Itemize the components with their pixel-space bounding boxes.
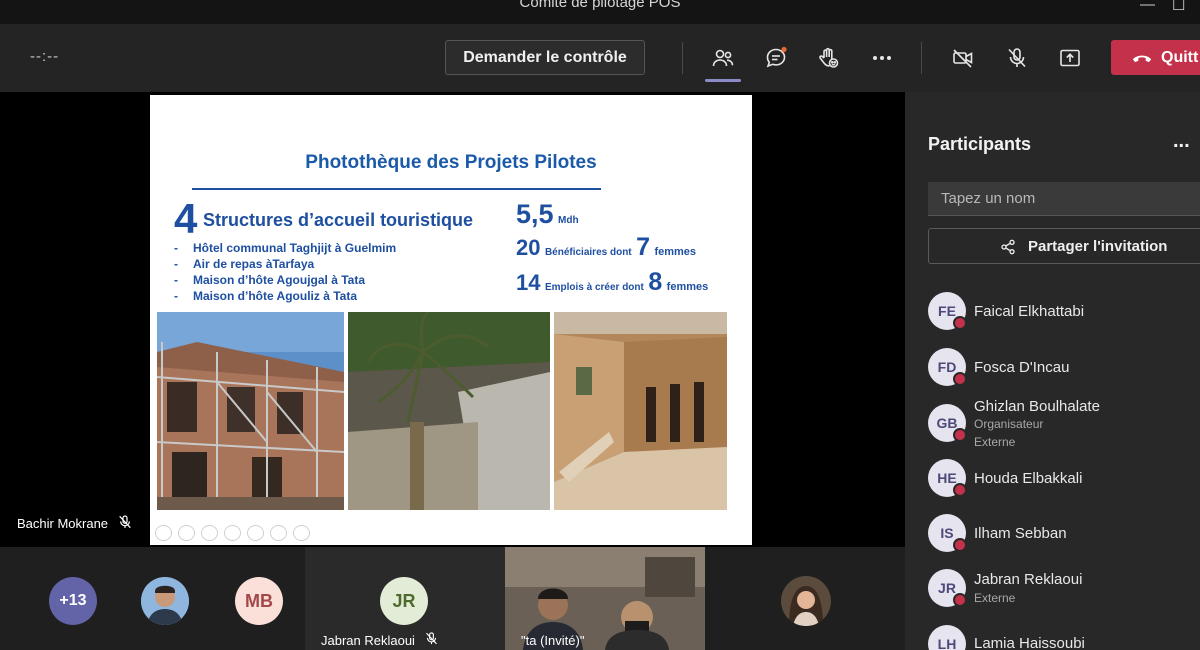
mic-off-icon: [119, 515, 131, 529]
status-badge: [953, 428, 967, 442]
mic-off-icon: [426, 632, 437, 645]
photo-hotel-construction: [157, 312, 344, 510]
title-bar: Comité de pilotage POS — ☐: [0, 0, 1200, 24]
status-badge: [953, 316, 967, 330]
participant-video-tile[interactable]: "ta (Invité)": [505, 547, 705, 650]
presentation-slide: Photothèque des Projets Pilotes 4 Struct…: [150, 95, 752, 545]
status-badge: [953, 538, 967, 552]
meeting-timer: --:--: [30, 48, 60, 65]
structures-list: - Hôtel communal Taghjijt à Guelmim - Air …: [174, 241, 396, 305]
shared-content-stage: Photothèque des Projets Pilotes 4 Struct…: [0, 92, 905, 547]
more-options-icon[interactable]: [293, 525, 310, 541]
participants-icon[interactable]: [709, 44, 737, 72]
minimize-icon[interactable]: —: [1140, 0, 1155, 13]
list-item: - Hôtel communal Taghjijt à Guelmim: [174, 241, 397, 255]
panel-title: Participants: [928, 134, 1032, 154]
meeting-toolbar: --:-- Demander le contrôle Quitt: [0, 24, 1200, 92]
participant-name: Ghizlan Boulhalate: [974, 398, 1100, 415]
share-icon: [1001, 239, 1015, 255]
raise-hand-icon[interactable]: [814, 44, 842, 72]
leave-label: Quitt: [1161, 49, 1199, 66]
toolbar-divider: [921, 42, 922, 74]
share-invite-button[interactable]: Partager l'invitation: [928, 228, 1200, 264]
pen-icon[interactable]: [201, 525, 218, 541]
avatar[interactable]: MB: [235, 577, 283, 625]
avatar[interactable]: [141, 577, 189, 625]
slide-nav-controls: [155, 525, 310, 541]
title-underline: [192, 188, 601, 190]
photo-guesthouse: [554, 312, 727, 510]
avatar: LH: [928, 625, 966, 650]
participant-name: Fosca D'Incau: [974, 359, 1070, 376]
participant-name: "ta (Invité)": [521, 633, 585, 648]
structures-label: Structures d’accueil touristique: [203, 210, 474, 230]
leave-button[interactable]: Quitt: [1111, 40, 1200, 75]
participant-name: Houda Elbakkali: [974, 470, 1083, 487]
more-participants-button[interactable]: +13: [49, 577, 97, 625]
avatar: JR: [380, 577, 428, 625]
participant-search-input[interactable]: [928, 182, 1200, 216]
participant-name: Lamia Haissoubi: [974, 635, 1085, 650]
participant-external-label: Externe: [974, 435, 1016, 449]
participant-role: Organisateur: [974, 417, 1044, 431]
participant-name: Faical Elkhattabi: [974, 303, 1085, 320]
beneficiaries-stat: 20 Bénéficiaires dont 7 femmes: [516, 233, 697, 261]
participant-strip: +13 MB JR Jabran Reklaoui "ta (Invité)": [0, 547, 905, 650]
participant-tile[interactable]: JR Jabran Reklaoui: [305, 547, 505, 650]
status-badge: [953, 483, 967, 497]
hang-up-icon: [1132, 55, 1152, 63]
window-title: Comité de pilotage POS: [519, 0, 681, 11]
request-control-button[interactable]: Demander le contrôle: [445, 40, 645, 75]
more-actions-icon[interactable]: [868, 44, 896, 72]
participants-panel: Participants ... Partager l'invitation F…: [905, 92, 1200, 650]
list-item: - Air de repas àTarfaya: [174, 257, 315, 271]
participant-external-label: Externe: [974, 591, 1016, 605]
status-badge: [953, 372, 967, 386]
chat-icon[interactable]: [762, 44, 790, 72]
maximize-icon[interactable]: ☐: [1172, 0, 1185, 14]
structures-count: 4: [174, 195, 198, 242]
budget-stat: 5,5 Mdh: [516, 199, 579, 229]
share-invite-label: Partager l'invitation: [1028, 238, 1168, 255]
participant-name: Ilham Sebban: [974, 525, 1067, 542]
list-item: - Maison d’hôte Agoujgal à Tata: [174, 273, 366, 287]
teams-meeting-window: Comité de pilotage POS — ☐ --:-- Demande…: [0, 0, 1200, 650]
toolbar-divider: [682, 42, 683, 74]
camera-off-icon[interactable]: [949, 44, 977, 72]
slides-overview-icon[interactable]: [224, 525, 241, 541]
jobs-stat: 14 Emplois à créer dont 8 femmes: [516, 268, 709, 296]
share-screen-icon[interactable]: [1056, 44, 1084, 72]
mic-off-icon[interactable]: [1003, 44, 1031, 72]
active-tab-indicator: [705, 79, 741, 82]
participant-name: Jabran Reklaoui: [321, 633, 415, 648]
panel-more-icon[interactable]: ...: [1173, 130, 1190, 153]
previous-slide-icon[interactable]: [155, 525, 172, 541]
participant-name: Jabran Reklaoui: [974, 571, 1083, 588]
zoom-icon[interactable]: [247, 525, 264, 541]
presenter-name: Bachir Mokrane: [17, 516, 109, 531]
next-slide-icon[interactable]: [178, 525, 195, 541]
slide-title: Photothèque des Projets Pilotes: [305, 152, 597, 173]
status-badge: [953, 593, 967, 607]
screen-icon[interactable]: [270, 525, 287, 541]
avatar[interactable]: [781, 576, 831, 626]
photo-rest-area: [348, 312, 550, 510]
list-item: - Maison d’hôte Agouliz à Tata: [174, 289, 358, 303]
